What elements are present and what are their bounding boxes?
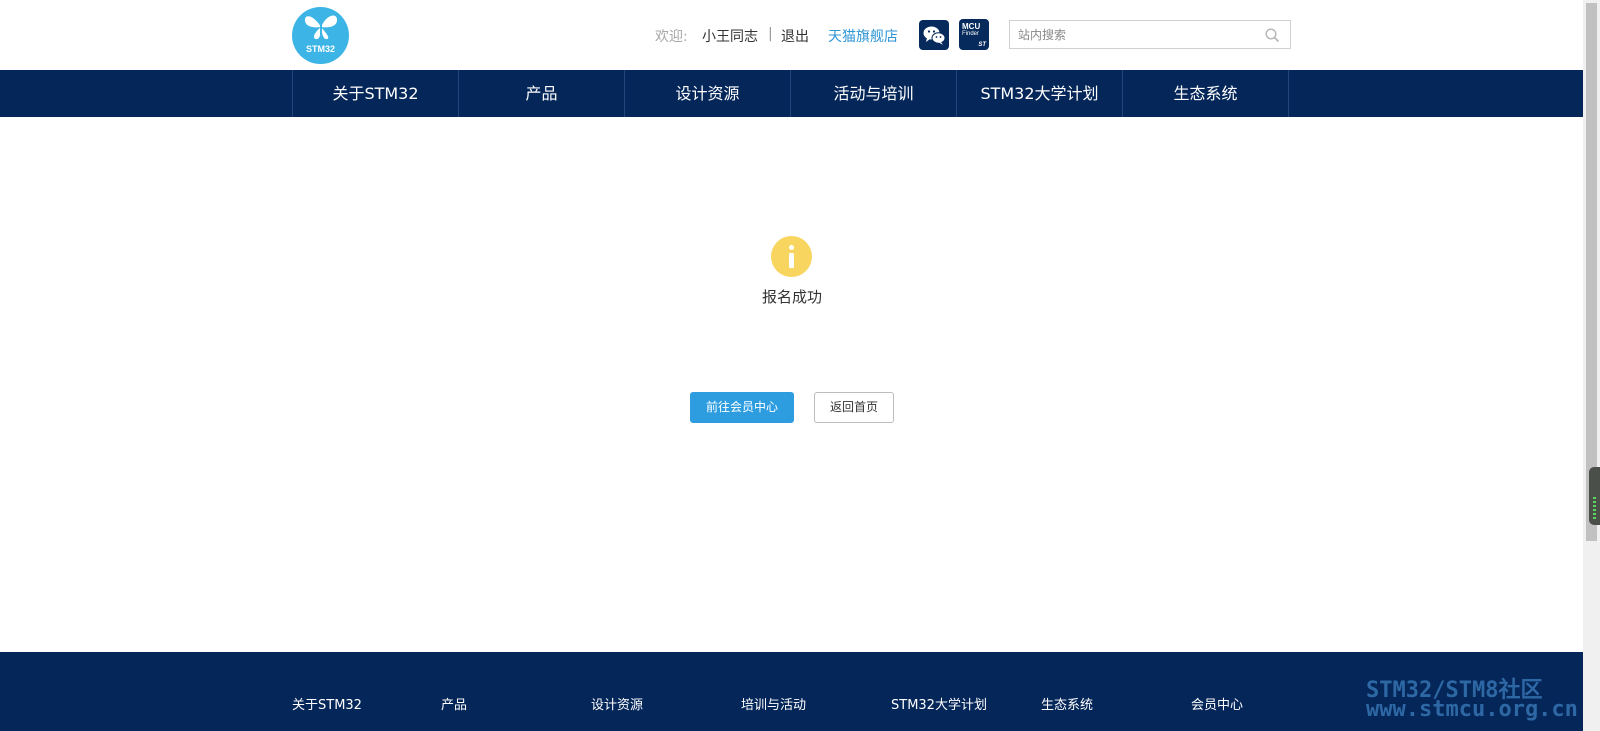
go-member-center-button[interactable]: 前往会员中心 (690, 392, 794, 423)
butterfly-icon (304, 15, 337, 40)
side-widget[interactable] (1589, 467, 1600, 525)
tmall-store-link[interactable]: 天猫旗舰店 (828, 26, 898, 46)
watermark-line2: www.stmcu.org.cn (1366, 697, 1578, 722)
mcu-finder-icon[interactable]: MCU Finder ST (959, 19, 989, 50)
search-box (1009, 20, 1291, 49)
info-icon (771, 236, 812, 277)
footer-link-training-events[interactable]: 培训与活动 (741, 694, 806, 713)
nav-item-design-resources[interactable]: 设计资源 (625, 70, 791, 117)
logo-text: STM32 (305, 44, 335, 54)
username-link[interactable]: 小王同志 (702, 26, 758, 46)
nav-item-university-program[interactable]: STM32大学计划 (957, 70, 1123, 117)
nav-item-products[interactable]: 产品 (459, 70, 625, 117)
page-scrollbar[interactable] (1583, 0, 1600, 731)
back-home-button[interactable]: 返回首页 (814, 392, 894, 423)
nav-item-events-training[interactable]: 活动与培训 (791, 70, 957, 117)
mcu-finder-line2: Finder (962, 31, 980, 37)
footer-link-products[interactable]: 产品 (441, 694, 467, 713)
st-brand: ST (978, 42, 986, 48)
scrollbar-thumb[interactable] (1586, 3, 1597, 541)
footer-link-design-resources[interactable]: 设计资源 (591, 694, 643, 713)
footer-link-about-stm32[interactable]: 关于STM32 (292, 694, 362, 713)
wechat-icon[interactable] (919, 20, 949, 50)
search-icon[interactable] (1265, 28, 1280, 43)
welcome-label: 欢迎: (655, 29, 688, 45)
stm32-logo[interactable]: STM32 (292, 7, 349, 64)
nav-item-ecosystem[interactable]: 生态系统 (1123, 70, 1289, 117)
logout-link[interactable]: 退出 (781, 26, 809, 46)
site-footer: 关于STM32 产品 设计资源 培训与活动 STM32大学计划 生态系统 会员中… (0, 652, 1583, 731)
site-header: STM32 欢迎: 小王同志 | 退出 天猫旗舰店 MCU Finder ST (0, 0, 1583, 70)
nav-item-about-stm32[interactable]: 关于STM32 (293, 70, 459, 117)
mcu-finder-line1: MCU (962, 22, 981, 31)
footer-link-member-center[interactable]: 会员中心 (1191, 694, 1243, 713)
separator: | (768, 26, 773, 42)
footer-link-university-program[interactable]: STM32大学计划 (891, 694, 987, 713)
search-input[interactable] (1018, 25, 1258, 44)
main-nav: 关于STM32 产品 设计资源 活动与培训 STM32大学计划 生态系统 (0, 70, 1583, 117)
success-message: 报名成功 (761, 288, 822, 306)
footer-link-ecosystem[interactable]: 生态系统 (1041, 694, 1093, 713)
